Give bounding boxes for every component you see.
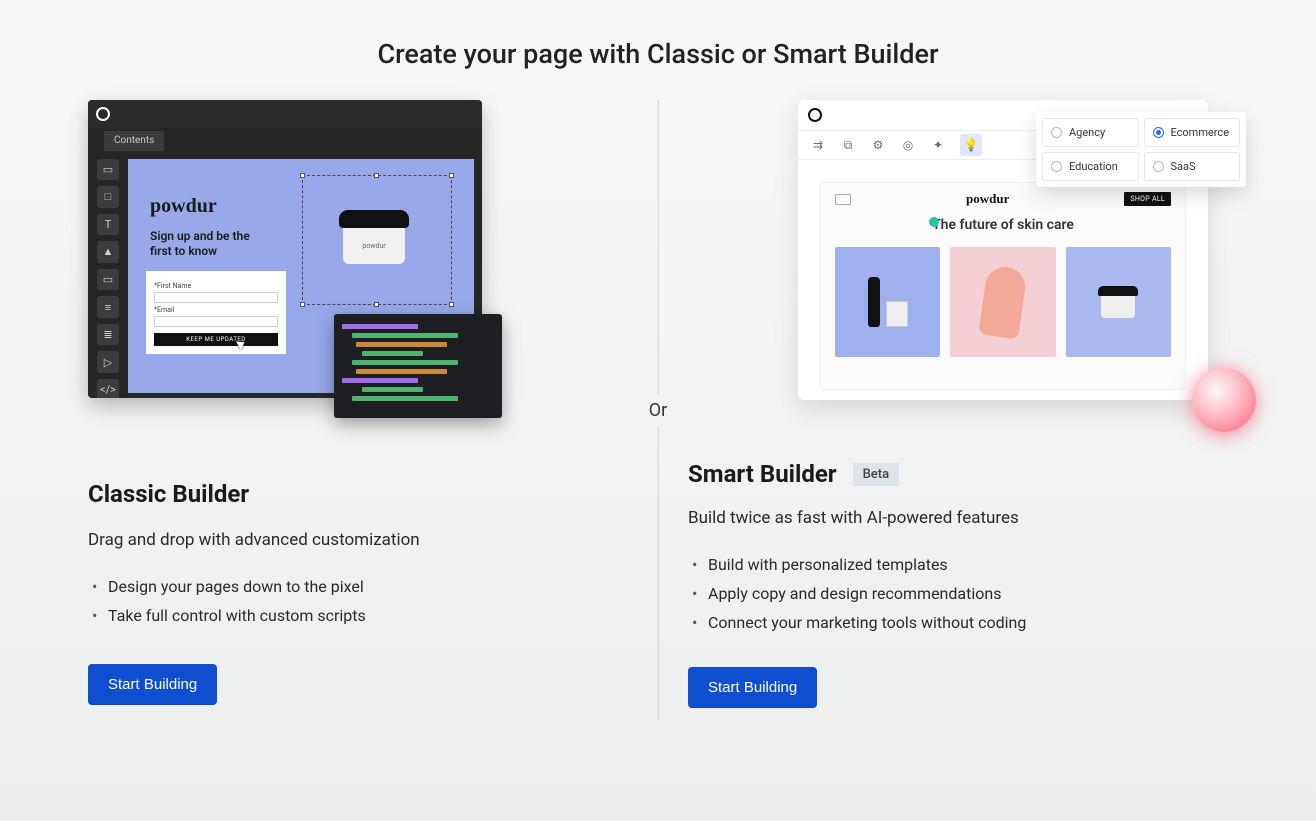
chart-icon[interactable]: ⧉ (840, 137, 856, 153)
category-agency[interactable]: Agency (1042, 118, 1139, 147)
smart-title-row: Smart Builder Beta (688, 460, 1228, 488)
radio-icon (1153, 127, 1164, 138)
smart-subtitle: Build twice as fast with AI-powered feat… (688, 508, 1228, 528)
product-tile[interactable] (835, 247, 940, 357)
sparkle-icon[interactable]: ✦ (930, 137, 946, 153)
form-firstname-input[interactable] (154, 292, 278, 303)
tube-icon (868, 277, 880, 327)
video-icon[interactable]: ▷ (97, 351, 119, 373)
lightbulb-icon[interactable]: 💡 (960, 134, 982, 156)
form-email-label: *Email (154, 306, 278, 314)
divider: Or (649, 100, 667, 720)
smart-bullets: Build with personalized templates Apply … (688, 550, 1228, 637)
classic-title: Classic Builder (88, 480, 628, 508)
page-title: Create your page with Classic or Smart B… (0, 0, 1316, 100)
app-logo-icon (808, 108, 822, 122)
smart-title: Smart Builder (688, 460, 837, 488)
smart-headline: The future of skin care (835, 217, 1171, 233)
settings-icon[interactable]: ⚙ (870, 137, 886, 153)
divider-or: Or (649, 394, 667, 427)
box-icon[interactable]: □ (97, 186, 119, 208)
form-firstname-label: *First Name (154, 282, 278, 290)
category-selector: Agency Ecommerce Education SaaS (1036, 112, 1246, 187)
category-education[interactable]: Education (1042, 152, 1139, 181)
list-icon[interactable]: ≣ (97, 324, 119, 346)
classic-sidebar: ▭ □ T ▲ ▭ ≡ ≣ ▷ </> (88, 151, 128, 399)
box-icon (886, 301, 908, 327)
smart-bullet: Connect your marketing tools without cod… (692, 608, 1228, 637)
code-editor-overlay (334, 314, 502, 418)
orb-icon (1192, 368, 1256, 432)
classic-start-building-button[interactable]: Start Building (88, 664, 217, 705)
image-icon[interactable]: ▲ (97, 241, 119, 263)
hand-icon (978, 265, 1027, 340)
classic-bullets: Design your pages down to the pixel Take… (88, 572, 628, 630)
section-icon[interactable]: ▭ (97, 159, 119, 181)
beta-badge: Beta (853, 463, 900, 486)
card-icon (835, 194, 851, 205)
smart-bullet: Apply copy and design recommendations (692, 579, 1228, 608)
layout-icon[interactable]: ⇉ (810, 137, 826, 153)
smart-start-building-button[interactable]: Start Building (688, 667, 817, 708)
classic-column: Contents ▭ □ T ▲ ▭ ≡ ≣ ▷ </> (88, 100, 628, 705)
classic-bullet: Design your pages down to the pixel (92, 572, 628, 601)
radio-icon (1051, 127, 1062, 138)
app-logo-icon (96, 107, 110, 121)
classic-preview: Contents ▭ □ T ▲ ▭ ≡ ≣ ▷ </> (88, 100, 508, 420)
selected-element-frame[interactable]: powdur (302, 175, 452, 305)
form-submit-button[interactable]: KEEP ME UPDATED (154, 333, 278, 346)
form-email-input[interactable] (154, 316, 278, 327)
product-jar-icon: powdur (339, 210, 409, 264)
accent-dot-icon (929, 217, 939, 227)
target-icon[interactable]: ◎ (900, 137, 916, 153)
code-icon[interactable]: </> (97, 379, 119, 398)
radio-icon (1051, 161, 1062, 172)
canvas-brand-text: powdur (150, 195, 217, 218)
classic-subtitle: Drag and drop with advanced customizatio… (88, 530, 628, 550)
classic-bullet: Take full control with custom scripts (92, 601, 628, 630)
shop-all-button[interactable]: SHOP ALL (1124, 192, 1171, 206)
smart-preview: ⇉ ⧉ ⚙ ◎ ✦ 💡 powdur SHOP ALL The futu (798, 100, 1228, 420)
smart-column: ⇉ ⧉ ⚙ ◎ ✦ 💡 powdur SHOP ALL The futu (688, 100, 1228, 708)
smart-canvas[interactable]: powdur SHOP ALL The future of skin care (820, 182, 1186, 390)
smart-bullet: Build with personalized templates (692, 550, 1228, 579)
button-icon[interactable]: ▭ (97, 269, 119, 291)
product-tile[interactable] (1066, 247, 1171, 357)
classic-tab-contents[interactable]: Contents (104, 131, 164, 151)
radio-icon (1153, 161, 1164, 172)
canvas-form: *First Name *Email KEEP ME UPDATED (146, 271, 286, 354)
category-ecommerce[interactable]: Ecommerce (1144, 118, 1241, 147)
category-saas[interactable]: SaaS (1144, 152, 1241, 181)
form-icon[interactable]: ≡ (97, 296, 119, 318)
product-tile[interactable] (950, 247, 1055, 357)
text-icon[interactable]: T (97, 214, 119, 236)
smart-brand-text: powdur (966, 191, 1009, 207)
canvas-headline: Sign up and be the first to know (150, 229, 270, 260)
jar-icon (1098, 286, 1138, 318)
